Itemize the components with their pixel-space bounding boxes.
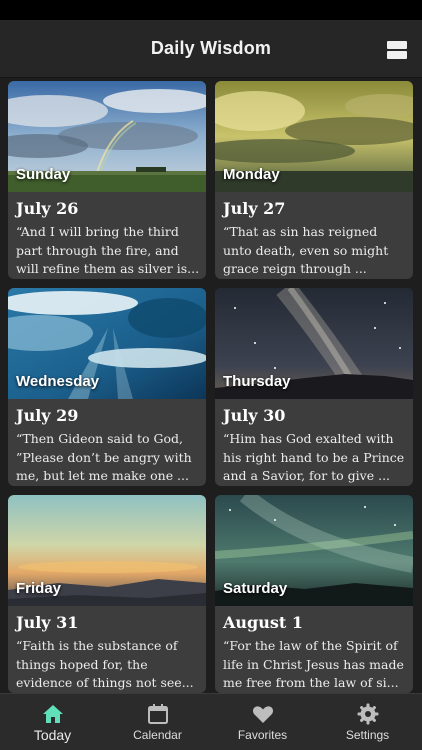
card-day: Friday <box>16 580 62 597</box>
card-date: July 26 <box>16 199 79 218</box>
tab-label: Today <box>33 727 72 743</box>
card-excerpt: “That as sin has reigned unto death, eve… <box>223 224 389 276</box>
devotion-card[interactable]: Wednesday July 29 “Then Gideon said to G… <box>8 288 206 486</box>
card-excerpt: “Him has God exalted with his right hand… <box>223 431 405 483</box>
tab-bar: Today Calendar Favorites Settings <box>0 693 422 750</box>
devotion-card[interactable]: Sunday July 26 “And I will bring the thi… <box>8 81 206 279</box>
devotion-card[interactable]: Saturday August 1 “For the law of the Sp… <box>215 495 413 693</box>
page-title: Daily Wisdom <box>150 38 272 58</box>
card-date: July 30 <box>223 406 286 425</box>
home-icon <box>42 705 63 723</box>
tab-label: Calendar <box>133 728 182 742</box>
gear-icon <box>357 703 378 725</box>
card-date: July 31 <box>16 613 79 632</box>
tab-favorites[interactable]: Favorites <box>210 694 315 750</box>
tab-label: Settings <box>345 728 390 742</box>
card-day: Sunday <box>16 166 71 183</box>
card-date: July 27 <box>223 199 286 218</box>
heart-icon <box>252 706 273 723</box>
card-image: Friday <box>8 495 206 606</box>
card-day: Saturday <box>223 580 288 597</box>
card-day: Monday <box>223 166 280 183</box>
devotion-card[interactable]: Monday July 27 “That as sin has reigned … <box>215 81 413 279</box>
devotion-card[interactable]: Thursday July 30 “Him has God exalted wi… <box>215 288 413 486</box>
card-date: August 1 <box>223 613 303 632</box>
status-bar <box>0 0 422 20</box>
tab-today[interactable]: Today <box>0 694 105 750</box>
navigation-bar: Daily Wisdom <box>0 20 422 78</box>
card-image: Monday <box>215 81 413 192</box>
card-image: Thursday <box>215 288 413 399</box>
devotion-card[interactable]: Friday July 31 “Faith is the substance o… <box>8 495 206 693</box>
card-excerpt: “Faith is the substance of things hoped … <box>16 638 194 690</box>
card-excerpt: “For the law of the Spirit of life in Ch… <box>223 638 404 690</box>
card-excerpt: “Then Gideon said to God, ”Please don’t … <box>16 431 192 483</box>
devotion-grid[interactable]: Sunday July 26 “And I will bring the thi… <box>0 79 422 693</box>
card-image: Saturday <box>215 495 413 606</box>
card-excerpt: “And I will bring the third part through… <box>16 224 200 276</box>
card-image: Wednesday <box>8 288 206 399</box>
card-day: Thursday <box>223 373 291 390</box>
card-image: Sunday <box>8 81 206 192</box>
tab-settings[interactable]: Settings <box>315 694 420 750</box>
tab-calendar[interactable]: Calendar <box>105 694 210 750</box>
card-day: Wednesday <box>16 373 100 390</box>
tab-label: Favorites <box>237 728 288 742</box>
calendar-icon <box>147 704 168 724</box>
card-date: July 29 <box>16 406 79 425</box>
list-icon[interactable] <box>387 40 407 60</box>
